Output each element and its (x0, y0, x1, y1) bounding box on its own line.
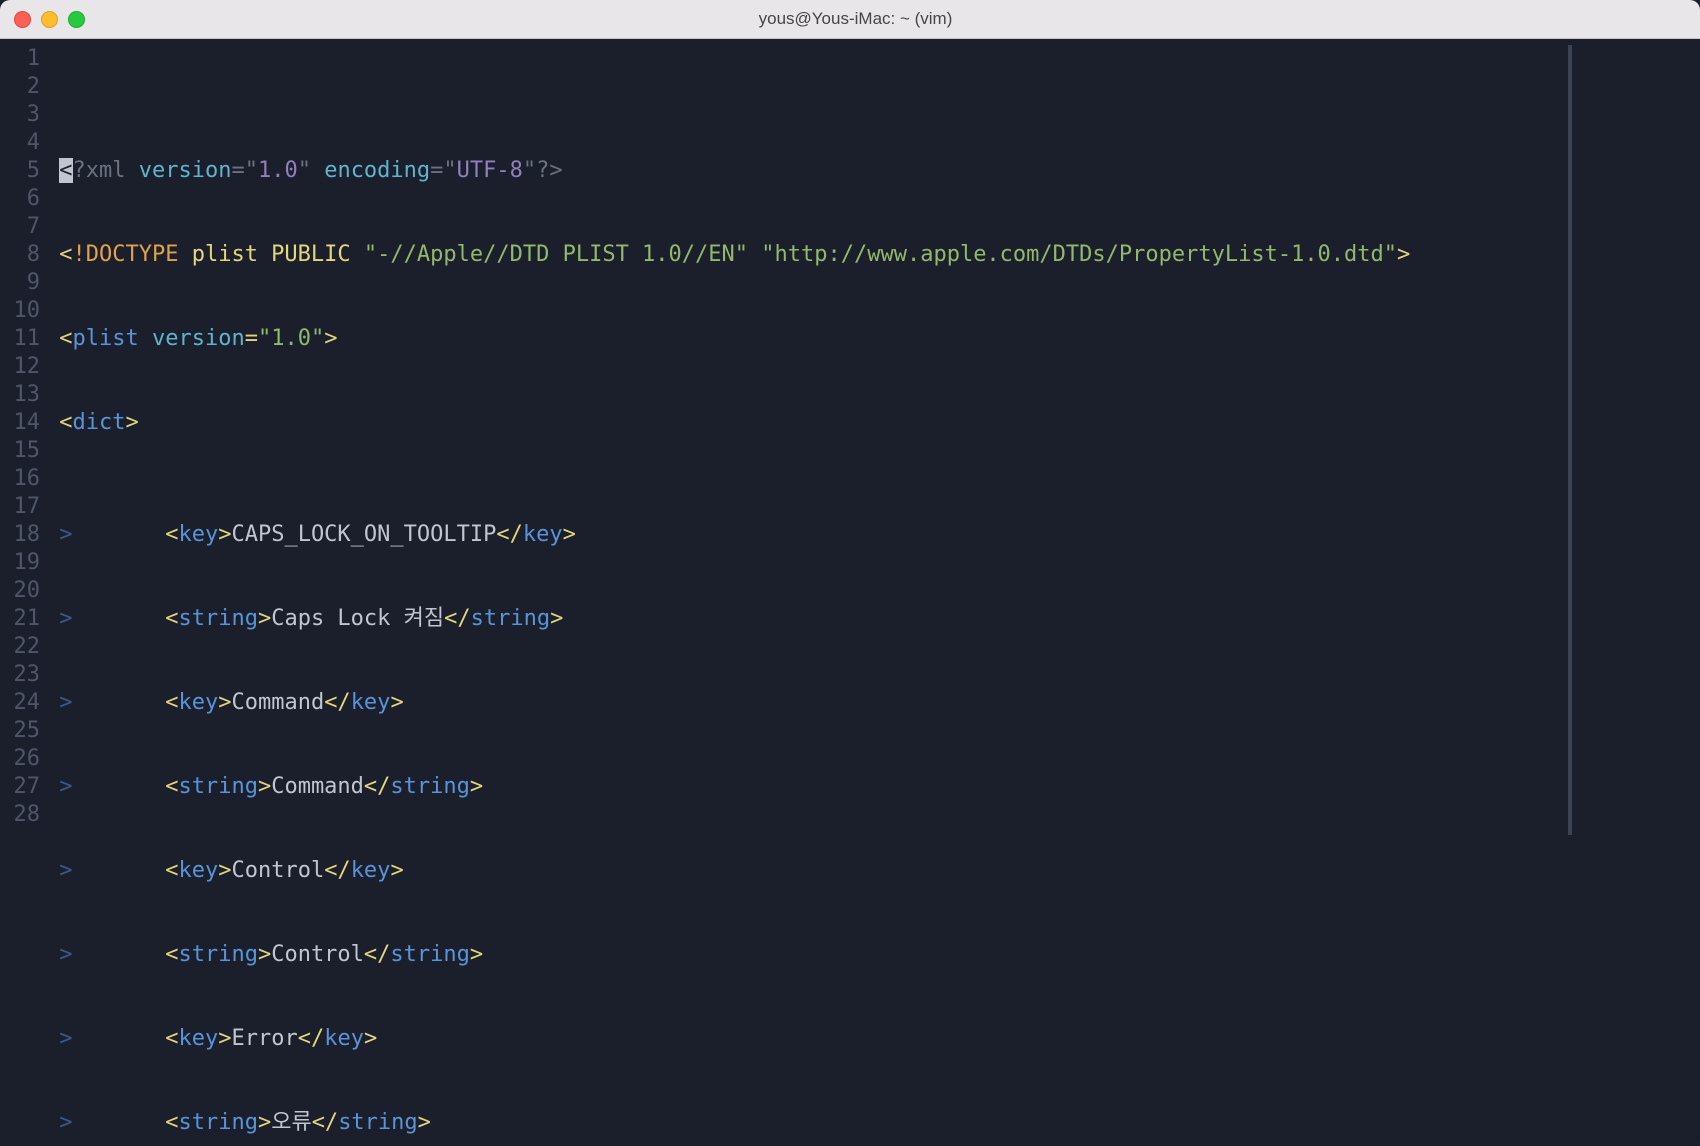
line-number: 2 (0, 73, 46, 101)
fold-icon[interactable]: > (59, 522, 72, 547)
code-line: > <key>Control</key> (46, 857, 1700, 885)
line-number: 28 (0, 801, 46, 829)
line-number: 10 (0, 297, 46, 325)
fold-icon[interactable]: > (59, 942, 72, 967)
line-number: 1 (0, 45, 46, 73)
window-title: yous@Yous-iMac: ~ (vim) (25, 9, 1686, 29)
line-number: 25 (0, 717, 46, 745)
code-line: > <string>Caps Lock 켜짐</string> (46, 605, 1700, 633)
fold-icon[interactable]: > (59, 1026, 72, 1051)
code-line: <!DOCTYPE plist PUBLIC "-//Apple//DTD PL… (46, 241, 1700, 269)
line-number: 6 (0, 185, 46, 213)
line-number: 22 (0, 633, 46, 661)
titlebar: yous@Yous-iMac: ~ (vim) (0, 0, 1700, 39)
code-line: <plist version="1.0"> (46, 325, 1700, 353)
line-number: 20 (0, 577, 46, 605)
code-line: > <string>Command</string> (46, 773, 1700, 801)
line-number: 17 (0, 493, 46, 521)
code-line: > <key>Command</key> (46, 689, 1700, 717)
line-number: 14 (0, 409, 46, 437)
line-number: 5 (0, 157, 46, 185)
line-number: 12 (0, 353, 46, 381)
line-number: 16 (0, 465, 46, 493)
line-number: 3 (0, 101, 46, 129)
code-buffer[interactable]: <?xml version="1.0" encoding="UTF-8"?> <… (46, 39, 1700, 1146)
line-number: 19 (0, 549, 46, 577)
line-number: 23 (0, 661, 46, 689)
line-number: 8 (0, 241, 46, 269)
line-number: 15 (0, 437, 46, 465)
line-number: 4 (0, 129, 46, 157)
line-number: 27 (0, 773, 46, 801)
line-number: 24 (0, 689, 46, 717)
terminal-window: yous@Yous-iMac: ~ (vim) 1 2 3 4 5 6 7 8 … (0, 0, 1700, 1146)
line-number: 11 (0, 325, 46, 353)
code-line: > <string>오류</string> (46, 1109, 1700, 1137)
line-number: 13 (0, 381, 46, 409)
line-number: 26 (0, 745, 46, 773)
fold-icon[interactable]: > (59, 774, 72, 799)
code-line: > <string>Control</string> (46, 941, 1700, 969)
line-number-gutter: 1 2 3 4 5 6 7 8 9 10 11 12 13 14 15 16 1… (0, 39, 46, 1146)
fold-icon[interactable]: > (59, 690, 72, 715)
code-line: <?xml version="1.0" encoding="UTF-8"?> (46, 157, 1700, 185)
code-line: > <key>Error</key> (46, 1025, 1700, 1053)
cursor: < (59, 158, 72, 183)
line-number: 21 (0, 605, 46, 633)
fold-icon[interactable]: > (59, 858, 72, 883)
fold-icon[interactable]: > (59, 606, 72, 631)
code-line: > <key>CAPS_LOCK_ON_TOOLTIP</key> (46, 521, 1700, 549)
scrollbar[interactable] (1568, 45, 1572, 835)
line-number: 7 (0, 213, 46, 241)
fold-icon[interactable]: > (59, 1110, 72, 1135)
line-number: 18 (0, 521, 46, 549)
code-line: <dict> (46, 409, 1700, 437)
editor-area[interactable]: 1 2 3 4 5 6 7 8 9 10 11 12 13 14 15 16 1… (0, 39, 1700, 1146)
line-number: 9 (0, 269, 46, 297)
